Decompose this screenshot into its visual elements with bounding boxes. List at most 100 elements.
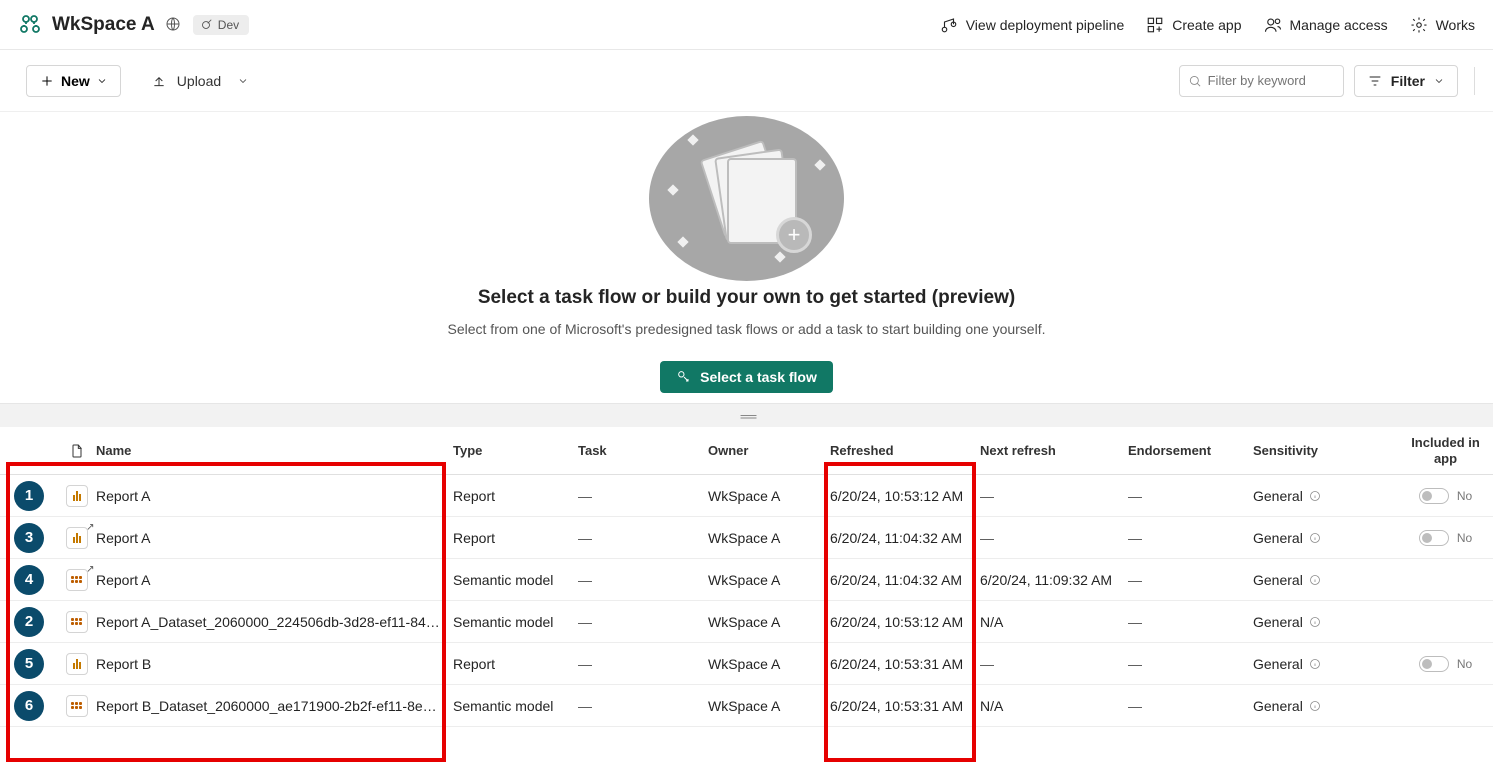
table-row[interactable]: 5Report BReport—WkSpace A6/20/24, 10:53:…: [0, 643, 1493, 685]
hero-subtitle: Select from one of Microsoft's predesign…: [0, 321, 1493, 337]
toggle-switch[interactable]: [1419, 656, 1449, 672]
table-row[interactable]: 3↗Report AReport—WkSpace A6/20/24, 11:04…: [0, 517, 1493, 559]
upload-button[interactable]: Upload: [151, 73, 249, 89]
manage-access-label: Manage access: [1290, 17, 1388, 33]
item-sensitivity: General: [1253, 488, 1398, 504]
toggle-switch[interactable]: [1419, 488, 1449, 504]
col-name[interactable]: Name: [96, 443, 453, 458]
file-icon: [69, 443, 85, 459]
item-next-refresh: 6/20/24, 11:09:32 AM: [980, 572, 1128, 588]
chevron-down-icon: [96, 75, 108, 87]
item-type: Semantic model: [453, 572, 578, 588]
item-sensitivity: General: [1253, 572, 1398, 588]
item-type: Report: [453, 488, 578, 504]
item-task: —: [578, 488, 708, 504]
item-next-refresh: N/A: [980, 698, 1128, 714]
view-pipeline-label: View deployment pipeline: [966, 17, 1125, 33]
manage-access-button[interactable]: Manage access: [1264, 16, 1388, 34]
item-name[interactable]: Report B_Dataset_2060000_ae171900-2b2f-e…: [96, 698, 453, 714]
item-task: —: [578, 656, 708, 672]
grid-header-row: Name Type Task Owner Refreshed Next refr…: [0, 427, 1493, 475]
col-next-refresh[interactable]: Next refresh: [980, 443, 1128, 458]
info-icon: [1309, 658, 1321, 670]
item-next-refresh: N/A: [980, 614, 1128, 630]
filter-button[interactable]: Filter: [1354, 65, 1458, 97]
workspace-settings-button[interactable]: Works: [1410, 16, 1475, 34]
filter-keyword-input[interactable]: [1208, 73, 1335, 88]
toggle-switch[interactable]: [1419, 530, 1449, 546]
view-pipeline-button[interactable]: View deployment pipeline: [940, 16, 1125, 34]
topbar-actions: View deployment pipeline Create app Mana…: [940, 16, 1475, 34]
item-name[interactable]: Report A: [96, 530, 453, 546]
item-name[interactable]: Report A: [96, 488, 453, 504]
table-row[interactable]: 1Report AReport—WkSpace A6/20/24, 10:53:…: [0, 475, 1493, 517]
item-owner: WkSpace A: [708, 530, 830, 546]
create-app-label: Create app: [1172, 17, 1241, 33]
report-icon: [66, 485, 88, 507]
hero-title: Select a task flow or build your own to …: [0, 287, 1493, 309]
info-icon: [1309, 532, 1321, 544]
item-endorsement: —: [1128, 698, 1253, 714]
info-icon: [1309, 574, 1321, 586]
col-endorsement[interactable]: Endorsement: [1128, 443, 1253, 458]
table-row[interactable]: 4↗Report ASemantic model—WkSpace A6/20/2…: [0, 559, 1493, 601]
item-next-refresh: —: [980, 656, 1128, 672]
item-included-toggle-cell[interactable]: No: [1398, 656, 1493, 672]
item-name[interactable]: Report B: [96, 656, 453, 672]
filter-button-label: Filter: [1391, 73, 1425, 89]
info-icon: [1309, 700, 1321, 712]
item-sensitivity: General: [1253, 656, 1398, 672]
filter-icon: [1367, 73, 1383, 89]
toolbar: New Upload Filter: [0, 50, 1493, 112]
dev-tag[interactable]: Dev: [193, 15, 249, 35]
task-flow-icon: [676, 369, 692, 385]
plus-icon: +: [776, 217, 812, 253]
toggle-label: No: [1457, 489, 1472, 503]
create-app-button[interactable]: Create app: [1146, 16, 1241, 34]
item-task: —: [578, 530, 708, 546]
col-task[interactable]: Task: [578, 443, 708, 458]
item-endorsement: —: [1128, 656, 1253, 672]
row-number-badge: 4: [14, 565, 44, 595]
item-task: —: [578, 572, 708, 588]
hero-illustration: +: [649, 116, 844, 281]
col-type[interactable]: Type: [453, 443, 578, 458]
item-owner: WkSpace A: [708, 614, 830, 630]
pane-splitter[interactable]: ══: [0, 403, 1493, 427]
col-sensitivity[interactable]: Sensitivity: [1253, 443, 1398, 458]
table-row[interactable]: 2 Report A_Dataset_2060000_224506db-3d28-…: [0, 601, 1493, 643]
row-number-badge: 5: [14, 649, 44, 679]
item-name[interactable]: Report A_Dataset_2060000_224506db-3d28-e…: [96, 614, 453, 630]
item-refreshed: 6/20/24, 10:53:12 AM: [830, 614, 980, 630]
item-included-toggle-cell[interactable]: No: [1398, 488, 1493, 504]
col-included-in-app[interactable]: Included in app: [1398, 435, 1493, 466]
filter-keyword-input-wrap[interactable]: [1179, 65, 1344, 97]
item-next-refresh: —: [980, 530, 1128, 546]
globe-icon: [165, 16, 183, 34]
item-name[interactable]: Report A: [96, 572, 453, 588]
item-sensitivity: General: [1253, 530, 1398, 546]
row-number-badge: 6: [14, 691, 44, 721]
select-task-flow-button[interactable]: Select a task flow: [660, 361, 833, 393]
report-icon: ↗: [66, 527, 88, 549]
dev-tag-label: Dev: [218, 18, 239, 32]
item-owner: WkSpace A: [708, 698, 830, 714]
semantic-model-icon: [66, 611, 88, 633]
item-endorsement: —: [1128, 572, 1253, 588]
table-row[interactable]: 6 Report B_Dataset_2060000_ae171900-2b2f-…: [0, 685, 1493, 727]
row-number-badge: 3: [14, 523, 44, 553]
item-included-toggle-cell[interactable]: No: [1398, 530, 1493, 546]
item-sensitivity: General: [1253, 698, 1398, 714]
col-owner[interactable]: Owner: [708, 443, 830, 458]
upload-button-label: Upload: [177, 73, 221, 89]
item-endorsement: —: [1128, 530, 1253, 546]
new-button[interactable]: New: [26, 65, 121, 97]
report-icon: [66, 653, 88, 675]
item-owner: WkSpace A: [708, 656, 830, 672]
item-task: —: [578, 614, 708, 630]
toggle-label: No: [1457, 657, 1472, 671]
info-icon: [1309, 490, 1321, 502]
row-number-badge: 2: [14, 607, 44, 637]
item-type: Report: [453, 530, 578, 546]
col-refreshed[interactable]: Refreshed: [830, 443, 980, 458]
